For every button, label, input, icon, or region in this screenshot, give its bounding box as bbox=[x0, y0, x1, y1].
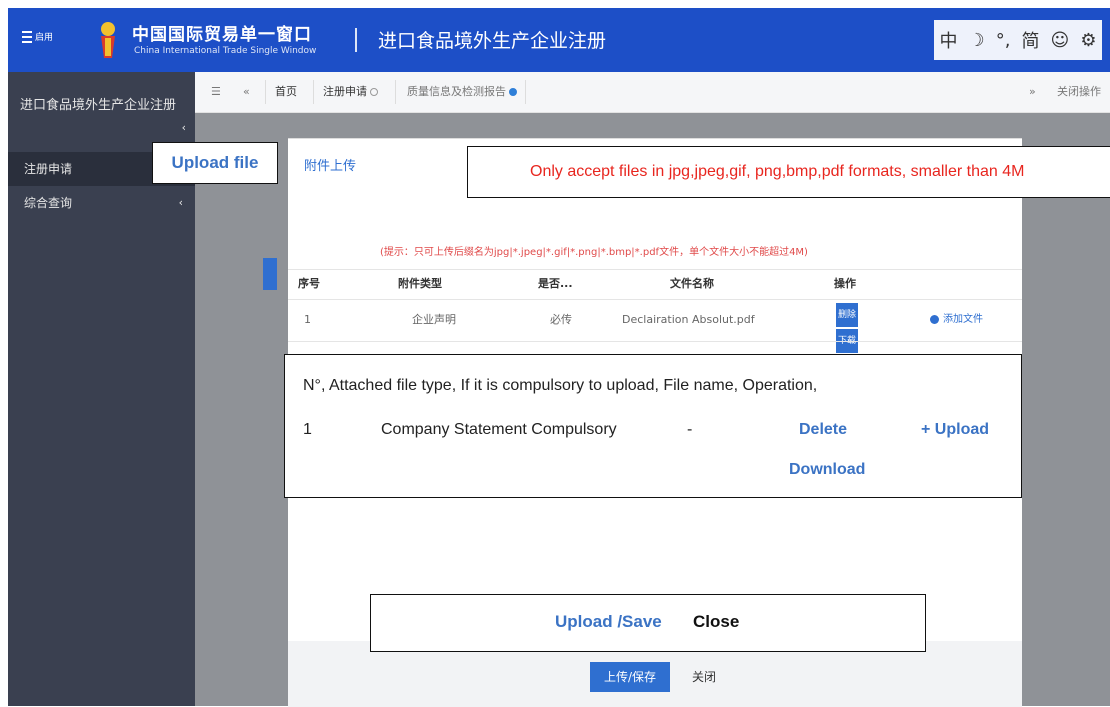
tab-label: 质量信息及检测报告 bbox=[407, 85, 506, 98]
annotation-row-number: 1 bbox=[303, 421, 312, 438]
menu-toggle-label: 启用 bbox=[35, 33, 54, 43]
top-header: 启用 中国国际贸易单一窗口 China International Trade … bbox=[8, 8, 1110, 72]
tab-close-icon[interactable] bbox=[370, 88, 378, 96]
annotation-upload: + Upload bbox=[921, 421, 990, 438]
collapse-menu-icon[interactable]: ☰ bbox=[211, 72, 221, 112]
upload-save-button[interactable]: 上传/保存 bbox=[590, 662, 670, 692]
brand-name-en: China International Trade Single Window bbox=[134, 46, 317, 56]
brand-name-cn: 中国国际贸易单一窗口 bbox=[132, 25, 312, 45]
punctuation-icon[interactable]: °, bbox=[996, 30, 1011, 51]
annotation-table-translation: N°, Attached file type, If it is compuls… bbox=[284, 354, 1022, 498]
sidebar-item-label: 注册申请 bbox=[24, 162, 73, 176]
hamburger-icon bbox=[22, 30, 32, 43]
close-button[interactable]: 关闭 bbox=[692, 662, 716, 692]
background-button bbox=[263, 258, 277, 290]
row-file-type: 企业声明 bbox=[412, 313, 456, 326]
tab-bar: ☰ « 首页 注册申请 质量信息及检测报告 » 关闭操作 bbox=[195, 72, 1110, 113]
tab-close-icon[interactable] bbox=[509, 88, 517, 96]
add-file-label: 添加文件 bbox=[943, 314, 983, 325]
tab-home[interactable]: 首页 bbox=[275, 72, 297, 112]
column-header: 序号 bbox=[298, 277, 320, 290]
tab-divider bbox=[525, 80, 526, 104]
annotation-upload-file: Upload file bbox=[152, 142, 278, 184]
column-header: 附件类型 bbox=[398, 277, 442, 290]
delete-button[interactable]: 删除 bbox=[836, 303, 858, 327]
chevron-left-icon: ‹ bbox=[178, 196, 183, 209]
column-header: 文件名称 bbox=[670, 277, 714, 290]
annotation-row-dash: - bbox=[687, 421, 693, 438]
input-method-toolbar: 中 ☽ °, 简 ☺ ⚙ bbox=[934, 20, 1102, 60]
annotation-download: Download bbox=[789, 461, 866, 478]
tab-divider bbox=[265, 80, 266, 104]
sidebar-title-label: 进口食品境外生产企业注册 bbox=[20, 98, 177, 113]
annotation-header-line: N°, Attached file type, If it is compuls… bbox=[303, 377, 818, 394]
header-separator bbox=[355, 28, 357, 52]
tab-quality-info[interactable]: 质量信息及检测报告 bbox=[407, 72, 517, 112]
row-number: 1 bbox=[304, 313, 311, 326]
column-header: 操作 bbox=[834, 277, 856, 290]
row-file-name: Declairation Absolut.pdf bbox=[622, 313, 755, 326]
sidebar-item-label: 综合查询 bbox=[24, 196, 73, 210]
chinese-mode-icon[interactable]: 中 bbox=[940, 27, 958, 53]
row-required: 必传 bbox=[550, 313, 572, 326]
annotation-delete: Delete bbox=[799, 421, 848, 438]
add-file-button[interactable]: 添加文件 bbox=[930, 299, 983, 341]
upload-hint: (提示：只可上传后缀名为jpg|*.jpeg|*.gif|*.png|*.bmp… bbox=[380, 247, 808, 258]
annotation-close: Close bbox=[693, 612, 740, 631]
table-border bbox=[288, 341, 1022, 342]
annotation-upload-save: Upload /Save bbox=[555, 612, 662, 631]
column-header: 是否... bbox=[538, 277, 573, 290]
tab-register[interactable]: 注册申请 bbox=[323, 72, 378, 112]
tab-label: 注册申请 bbox=[323, 85, 367, 98]
plus-circle-icon bbox=[930, 314, 939, 324]
dialog-title: 附件上传 bbox=[304, 159, 357, 174]
sidebar-item-query[interactable]: 综合查询 ‹ bbox=[8, 186, 195, 220]
scroll-right-icon[interactable]: » bbox=[1029, 72, 1036, 112]
menu-toggle-button[interactable]: 启用 bbox=[22, 30, 53, 43]
annotation-footer-buttons: Upload /Save Close bbox=[370, 594, 926, 652]
emoji-icon[interactable]: ☺ bbox=[1051, 30, 1070, 51]
close-operations-menu[interactable]: 关闭操作 bbox=[1057, 72, 1101, 112]
app-title: 进口食品境外生产企业注册 bbox=[378, 30, 607, 52]
sidebar-title[interactable]: 进口食品境外生产企业注册 ‹ bbox=[20, 96, 186, 134]
moon-icon[interactable]: ☽ bbox=[969, 30, 985, 51]
settings-icon[interactable]: ⚙ bbox=[1080, 30, 1096, 51]
single-window-logo-icon bbox=[101, 22, 115, 58]
annotation-accept-note: Only accept files in jpg,jpeg,gif, png,b… bbox=[467, 146, 1110, 198]
tab-divider bbox=[395, 80, 396, 104]
annotation-row-type: Company Statement Compulsory bbox=[381, 421, 617, 438]
scroll-left-icon[interactable]: « bbox=[243, 72, 250, 112]
simplified-icon[interactable]: 简 bbox=[1021, 27, 1039, 53]
chevron-left-icon: ‹ bbox=[181, 121, 186, 134]
attachment-table: 序号 附件类型 是否... 文件名称 操作 1 企业声明 必传 Declaira… bbox=[288, 269, 1022, 353]
tab-divider bbox=[313, 80, 314, 104]
